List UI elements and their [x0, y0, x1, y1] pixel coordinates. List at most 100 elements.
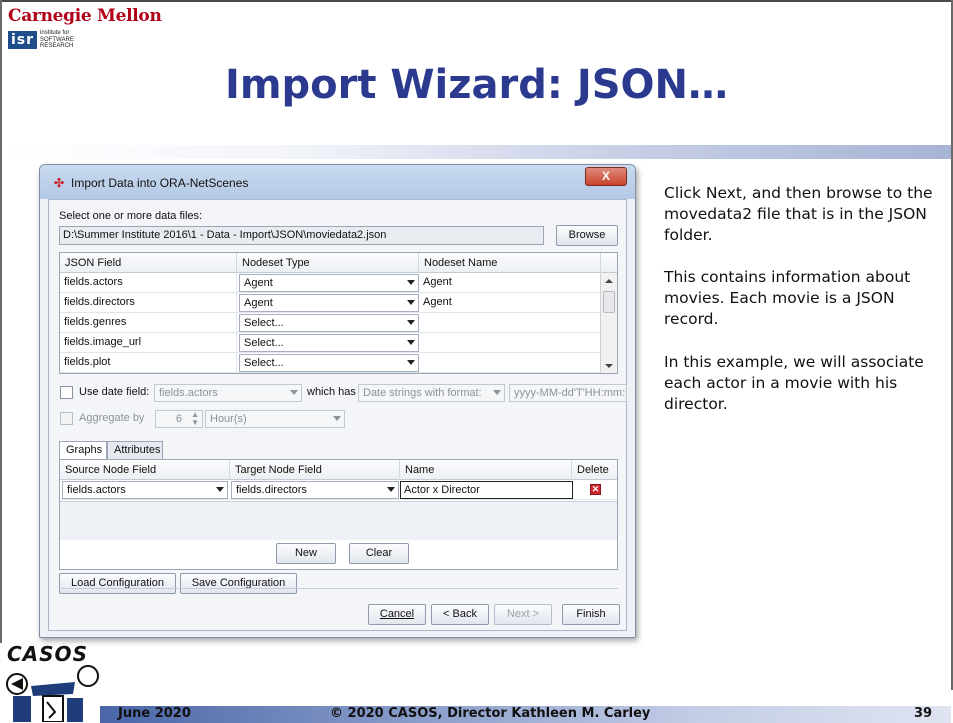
- aggregate-spinner[interactable]: 6 ▲ ▼: [155, 410, 203, 428]
- isr-logo-block: isr institute for SOFTWARE RESEARCH: [8, 30, 74, 50]
- col-nodeset-type[interactable]: Nodeset Type: [237, 253, 419, 273]
- slide: Carnegie Mellon isr institute for SOFTWA…: [0, 0, 953, 723]
- ora-icon: ✣: [54, 176, 65, 190]
- json-field-cell: fields.actors: [60, 273, 237, 293]
- aggregate-checkbox[interactable]: [60, 412, 73, 425]
- col-source-node-field[interactable]: Source Node Field: [60, 460, 230, 480]
- nodeset-type-value: Agent: [244, 277, 273, 289]
- chevron-down-icon: [290, 390, 298, 395]
- cmu-logo: Carnegie Mellon: [8, 6, 162, 26]
- back-button[interactable]: < Back: [431, 604, 489, 625]
- side-note-2: This contains information about movies. …: [664, 268, 911, 328]
- table-scrollbar[interactable]: [600, 273, 617, 373]
- json-field-cell: fields.directors: [60, 293, 237, 313]
- col-json-field[interactable]: JSON Field: [60, 253, 237, 273]
- nodeset-type-select[interactable]: Select...: [239, 314, 419, 332]
- table-row[interactable]: fields.plot Select...: [60, 353, 601, 373]
- save-configuration-button[interactable]: Save Configuration: [180, 573, 297, 594]
- table-row[interactable]: fields.actors Agent Agent: [60, 273, 601, 293]
- side-note-3: In this example, we will associate each …: [664, 353, 924, 413]
- target-node-select[interactable]: fields.directors: [231, 481, 399, 499]
- date-format-type-select[interactable]: Date strings with format:: [358, 384, 505, 402]
- nodeset-type-value: Select...: [244, 317, 284, 329]
- side-note-1: Click Next, and then browse to the moved…: [664, 184, 933, 244]
- json-field-table: JSON Field Nodeset Type Nodeset Name fie…: [59, 252, 618, 374]
- slide-title: Import Wizard: JSON…: [224, 62, 728, 108]
- browse-button[interactable]: Browse: [556, 225, 618, 246]
- graph-table-header: Source Node Field Target Node Field Name…: [60, 460, 617, 480]
- col-delete[interactable]: Delete: [572, 460, 619, 480]
- json-field-cell: fields.genres: [60, 313, 237, 333]
- table-row[interactable]: fields.directors Agent Agent: [60, 293, 601, 313]
- aggregate-unit-value: Hour(s): [210, 413, 247, 425]
- footer-copyright: © 2020 CASOS, Director Kathleen M. Carle…: [330, 706, 651, 721]
- finish-button[interactable]: Finish: [562, 604, 620, 625]
- date-field-select[interactable]: fields.actors: [154, 384, 302, 402]
- footer-date: June 2020: [118, 706, 191, 721]
- nodeset-name-cell[interactable]: [419, 333, 601, 353]
- isr-line-1: institute for: [40, 30, 70, 36]
- nodeset-type-select[interactable]: Select...: [239, 334, 419, 352]
- chevron-down-icon: [407, 300, 415, 305]
- table-row[interactable]: fields.image_url Select...: [60, 333, 601, 353]
- load-configuration-button[interactable]: Load Configuration: [59, 573, 176, 594]
- graph-name-input[interactable]: Actor x Director: [400, 481, 573, 499]
- dialog-body: Select one or more data files: D:\Summer…: [48, 199, 627, 631]
- new-button[interactable]: New: [276, 543, 336, 564]
- nodeset-type-select[interactable]: Agent: [239, 294, 419, 312]
- use-date-label: Use date field:: [79, 386, 150, 398]
- chevron-down-icon: [216, 487, 224, 492]
- button-separator: [59, 588, 618, 589]
- casos-logo: CASOS: [3, 642, 103, 722]
- json-field-table-header: JSON Field Nodeset Type Nodeset Name: [60, 253, 617, 273]
- aggregate-unit-select[interactable]: Hour(s): [205, 410, 345, 428]
- import-dialog: ✣ Import Data into ORA-NetScenes X Selec…: [39, 164, 636, 638]
- scroll-up-icon[interactable]: [605, 279, 613, 283]
- graph-row[interactable]: fields.actors fields.directors Actor x D…: [60, 480, 617, 500]
- nodeset-type-value: Select...: [244, 357, 284, 369]
- col-target-node-field[interactable]: Target Node Field: [230, 460, 400, 480]
- cancel-button[interactable]: Cancel: [368, 604, 426, 625]
- nodeset-type-value: Agent: [244, 297, 273, 309]
- chevron-down-icon: [387, 487, 395, 492]
- nodeset-name-cell[interactable]: [419, 313, 601, 333]
- nodeset-name-cell[interactable]: [419, 353, 601, 373]
- dialog-titlebar[interactable]: ✣ Import Data into ORA-NetScenes X: [40, 165, 635, 199]
- tab-graphs[interactable]: Graphs: [59, 441, 107, 460]
- file-path-field[interactable]: D:\Summer Institute 2016\1 - Data - Impo…: [59, 226, 544, 245]
- use-date-checkbox[interactable]: [60, 386, 73, 399]
- chevron-down-icon: [407, 340, 415, 345]
- spinner-arrows-icon[interactable]: ▲ ▼: [191, 411, 199, 427]
- nodeset-name-cell[interactable]: Agent: [419, 293, 601, 313]
- date-format-type-value: Date strings with format:: [363, 387, 482, 399]
- scroll-down-icon[interactable]: [605, 364, 613, 368]
- col-name[interactable]: Name: [400, 460, 572, 480]
- clear-button[interactable]: Clear: [349, 543, 409, 564]
- dialog-title: Import Data into ORA-NetScenes: [71, 176, 249, 190]
- isr-logo-text: institute for SOFTWARE RESEARCH: [40, 30, 74, 50]
- date-field-value: fields.actors: [159, 387, 218, 399]
- table-row[interactable]: fields.genres Select...: [60, 313, 601, 333]
- graph-table-empty-area: [60, 501, 617, 540]
- delete-icon[interactable]: ✕: [590, 484, 601, 495]
- chevron-down-icon: [407, 320, 415, 325]
- scroll-thumb[interactable]: [603, 291, 615, 313]
- aggregate-label: Aggregate by: [79, 412, 145, 424]
- select-files-label: Select one or more data files:: [59, 210, 203, 222]
- next-button[interactable]: Next >: [494, 604, 552, 625]
- slide-border-top: [0, 0, 953, 2]
- close-button[interactable]: X: [585, 167, 627, 186]
- title-rule: [2, 145, 951, 159]
- nodeset-type-value: Select...: [244, 337, 284, 349]
- casos-robot-icon: [6, 665, 99, 722]
- chevron-down-icon: [493, 390, 501, 395]
- source-node-select[interactable]: fields.actors: [62, 481, 228, 499]
- isr-logo: isr: [8, 30, 38, 49]
- date-format-input[interactable]: yyyy-MM-dd'T'HH:mm:s: [509, 384, 627, 402]
- nodeset-name-cell[interactable]: Agent: [419, 273, 601, 293]
- nodeset-type-select[interactable]: Select...: [239, 354, 419, 372]
- col-nodeset-name[interactable]: Nodeset Name: [419, 253, 601, 273]
- tab-attributes[interactable]: Attributes: [107, 441, 163, 459]
- json-field-cell: fields.image_url: [60, 333, 237, 353]
- nodeset-type-select[interactable]: Agent: [239, 274, 419, 292]
